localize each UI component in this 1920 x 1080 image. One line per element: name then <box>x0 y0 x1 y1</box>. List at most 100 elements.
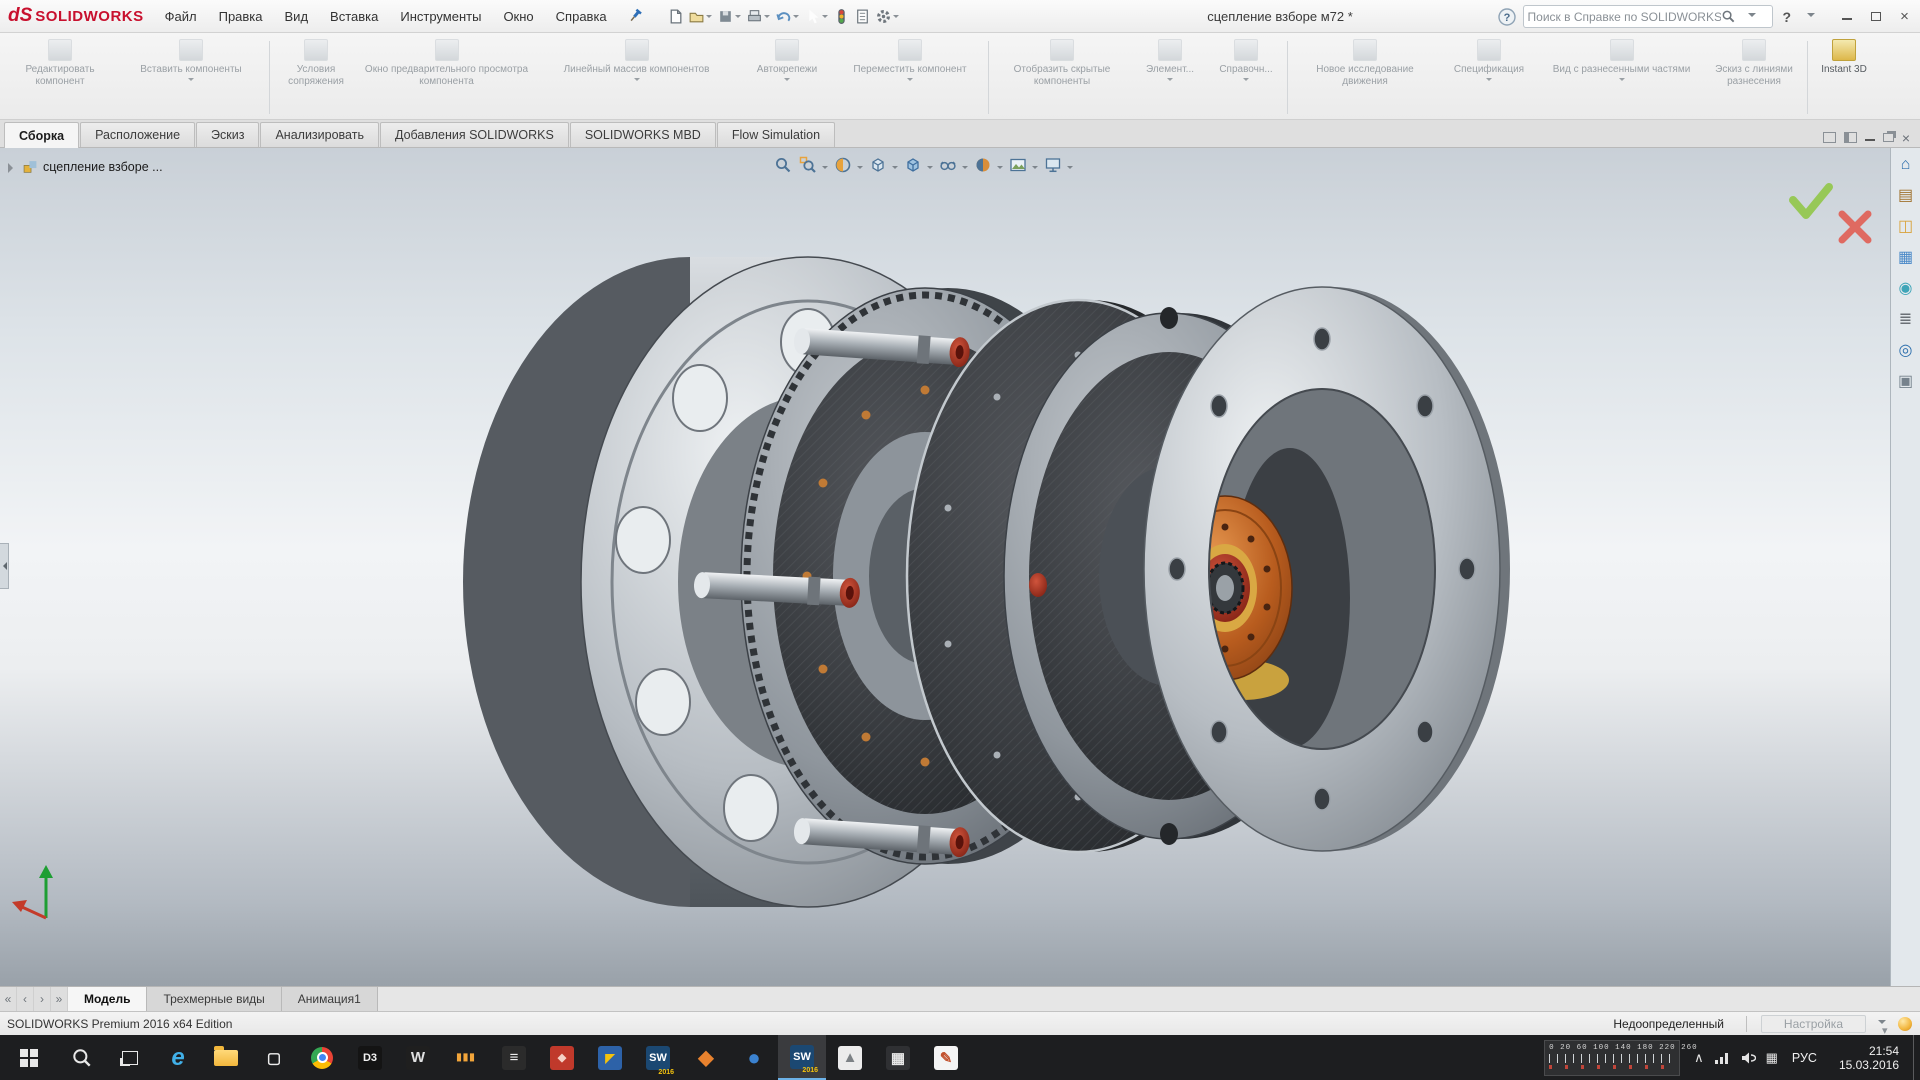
ribbon-button-exploded-view[interactable]: Вид с разнесенными частями <box>1539 36 1704 119</box>
select-caret-icon[interactable] <box>821 14 828 21</box>
view-settings-icon[interactable] <box>1042 154 1064 176</box>
menu-edit[interactable]: Правка <box>208 0 274 33</box>
hide-show-caret-icon[interactable] <box>962 166 968 172</box>
save-button[interactable] <box>716 6 743 27</box>
taskbar-icon-chrome[interactable] <box>298 1035 346 1080</box>
undo-caret-icon[interactable] <box>792 14 799 21</box>
tab-flow-simulation[interactable]: Flow Simulation <box>716 122 836 147</box>
view-orientation-icon[interactable] <box>867 154 889 176</box>
taskbar-icon-slots-app[interactable]: ▮▮▮ <box>442 1035 490 1080</box>
taskpane-appearances[interactable]: ◉ <box>1894 277 1918 301</box>
ribbon-button-instant-3d[interactable]: Instant 3D <box>1811 36 1877 119</box>
minimize-button[interactable] <box>1833 5 1860 29</box>
feature-tree-root[interactable]: сцепление взборе ... <box>8 160 163 174</box>
pane-split-icon[interactable] <box>1843 132 1857 143</box>
taskbar-icon-docs-app[interactable]: ≡ <box>490 1035 538 1080</box>
taskpane-forum[interactable]: ◎ <box>1894 339 1918 363</box>
maximize-button[interactable] <box>1862 5 1889 29</box>
tab-addins[interactable]: Добавления SOLIDWORKS <box>379 122 569 147</box>
model-3d-view[interactable] <box>0 148 1890 986</box>
taskbar-icon-duo-app[interactable]: ◤ <box>586 1035 634 1080</box>
tab-evaluate[interactable]: Анализировать <box>260 122 379 147</box>
tab-assembly[interactable]: Сборка <box>4 122 80 148</box>
taskbar-icon-w-app[interactable]: W <box>394 1035 442 1080</box>
view-orientation-caret-icon[interactable] <box>892 166 898 172</box>
file-properties-button[interactable] <box>853 6 872 27</box>
search-input[interactable] <box>1527 9 1721 24</box>
ribbon-button-move-component[interactable]: Переместить компонент <box>835 36 985 119</box>
help-caret-icon[interactable] <box>1807 12 1815 21</box>
menu-window[interactable]: Окно <box>492 0 544 33</box>
tab-scroll-first[interactable]: « <box>0 987 17 1011</box>
ribbon-button-explode-line-sketch[interactable]: Эскиз с линиями разнесения <box>1704 36 1804 119</box>
taskbar-icon-photos[interactable]: ▲ <box>826 1035 874 1080</box>
tray-chevron-icon[interactable]: ∧ <box>1694 1050 1704 1066</box>
taskbar-icon-red-app[interactable]: ◆ <box>538 1035 586 1080</box>
ribbon-button-new-motion-study[interactable]: Новое исследование движения <box>1291 36 1439 119</box>
tab-scroll-next[interactable]: › <box>34 987 51 1011</box>
tab-scroll-last[interactable]: » <box>51 987 68 1011</box>
ribbon-button-bill-of-materials[interactable]: Спецификация <box>1439 36 1539 119</box>
ribbon-button-linear-component-pattern[interactable]: Линейный массив компонентов <box>534 36 739 119</box>
taskbar-icon-gem-app[interactable]: ◆ <box>682 1035 730 1080</box>
taskpane-custom-properties[interactable]: ≣ <box>1894 308 1918 332</box>
search-scope-caret-icon[interactable] <box>1747 12 1756 21</box>
clock[interactable]: 21:54 15.03.2016 <box>1831 1044 1907 1072</box>
undo-button[interactable] <box>774 6 801 27</box>
taskbar-icon-solidworks-2016[interactable]: SW 2016 <box>634 1035 682 1080</box>
taskbar-icon-store[interactable]: ▢ <box>250 1035 298 1080</box>
taskpane-subscription[interactable]: ▣ <box>1894 370 1918 394</box>
help-icon[interactable]: ? <box>1497 7 1517 27</box>
print-button[interactable] <box>745 6 772 27</box>
customize-button[interactable]: Настройка <box>1760 1014 1866 1033</box>
tab-layout[interactable]: Расположение <box>80 122 196 147</box>
ribbon-button-insert-components[interactable]: Вставить компоненты <box>116 36 266 119</box>
taskpane-design-library[interactable]: ▤ <box>1894 184 1918 208</box>
help-menu-button[interactable]: ? <box>1783 9 1827 25</box>
taskbar-icon-paint[interactable]: ✎ <box>922 1035 970 1080</box>
help-search-box[interactable] <box>1522 5 1773 28</box>
tab-animation1[interactable]: Анимация1 <box>281 987 378 1011</box>
task-view-button[interactable] <box>106 1035 154 1080</box>
print-caret-icon[interactable] <box>763 14 770 21</box>
options-caret-icon[interactable] <box>892 14 899 21</box>
zoom-caret-icon[interactable] <box>822 166 828 172</box>
doc-minimize-icon[interactable] <box>1864 134 1875 141</box>
ribbon-button-edit-component[interactable]: Редактировать компонент <box>4 36 116 119</box>
ribbon-button-assembly-features[interactable]: Элемент... <box>1132 36 1208 119</box>
ruler-widget[interactable]: 0 20 60 100 140 180 220 260 <box>1544 1039 1697 1076</box>
menu-help[interactable]: Справка <box>545 0 618 33</box>
search-icon[interactable] <box>1721 9 1736 24</box>
tab-scroll-prev[interactable]: ‹ <box>17 987 34 1011</box>
ribbon-button-reference-geometry[interactable]: Справочн... <box>1208 36 1284 119</box>
start-button[interactable] <box>0 1035 58 1080</box>
open-caret-icon[interactable] <box>705 14 712 21</box>
menu-view[interactable]: Вид <box>274 0 320 33</box>
doc-restore-icon[interactable] <box>1882 133 1894 142</box>
show-desktop-button[interactable] <box>1913 1035 1920 1080</box>
doc-close-icon[interactable]: × <box>1902 131 1910 145</box>
zoom-area-icon[interactable] <box>797 154 819 176</box>
section-view-icon[interactable] <box>832 154 854 176</box>
volume-icon[interactable] <box>1740 1051 1756 1065</box>
graphics-viewport[interactable]: сцепление взборе ... <box>0 148 1890 986</box>
taskbar-icon-solidworks-active[interactable]: SW 2016 <box>778 1035 826 1080</box>
menu-tools[interactable]: Инструменты <box>389 0 492 33</box>
menu-file[interactable]: Файл <box>154 0 208 33</box>
ribbon-button-mate[interactable]: Условия сопряжения <box>273 36 359 119</box>
new-document-button[interactable] <box>666 6 685 27</box>
open-button[interactable] <box>687 6 714 27</box>
keyboard-icon[interactable]: ▦ <box>1766 1050 1778 1066</box>
language-indicator[interactable]: РУС <box>1788 1051 1821 1065</box>
tab-3d-views[interactable]: Трехмерные виды <box>147 987 282 1011</box>
panel-splitter-tab[interactable] <box>0 543 9 589</box>
section-caret-icon[interactable] <box>857 166 863 172</box>
tab-sketch[interactable]: Эскиз <box>196 122 260 147</box>
pin-menu-icon[interactable] <box>624 5 646 27</box>
taskpane-sw-resources[interactable]: ⌂ <box>1894 153 1918 177</box>
view-settings-caret-icon[interactable] <box>1067 166 1073 172</box>
status-caret-icon[interactable]: ▾ <box>1878 1019 1888 1037</box>
zoom-fit-icon[interactable] <box>772 154 794 176</box>
appearance-caret-icon[interactable] <box>997 166 1003 172</box>
quick-tip-icon[interactable] <box>1898 1016 1912 1031</box>
